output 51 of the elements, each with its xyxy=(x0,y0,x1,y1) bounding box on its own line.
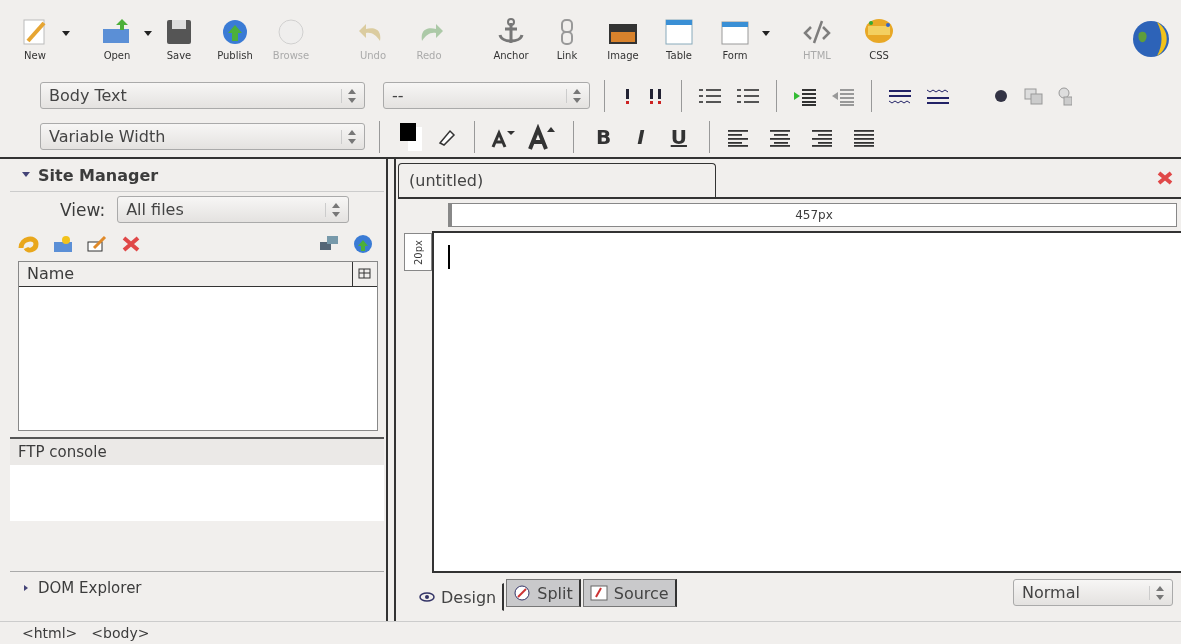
globe-icon[interactable] xyxy=(1131,18,1171,59)
toolbar-button[interactable]: Save xyxy=(158,16,200,61)
document-tab[interactable]: (untitled) xyxy=(398,163,716,197)
breadcrumb-tag[interactable]: <body> xyxy=(91,625,150,641)
split-icon xyxy=(513,585,532,601)
edit-icon[interactable] xyxy=(86,234,108,254)
toolbar-button[interactable]: New xyxy=(14,16,56,61)
panel-title: FTP console xyxy=(18,443,107,461)
class-select[interactable]: -- xyxy=(383,82,590,109)
dropdown-arrow-icon[interactable] xyxy=(62,30,70,36)
panel-header[interactable]: DOM Explorer xyxy=(10,571,384,604)
collapsed-arrow-icon[interactable] xyxy=(22,584,30,592)
height-ruler: 20px xyxy=(404,233,432,271)
spin-arrows-icon xyxy=(341,129,356,144)
toolbar-button[interactable]: Publish xyxy=(214,16,256,61)
spin-arrows-icon xyxy=(1149,585,1164,600)
font-select[interactable]: Variable Width xyxy=(40,123,365,150)
width-ruler: 457px xyxy=(448,203,1177,227)
dropdown-arrow-icon[interactable] xyxy=(762,30,770,36)
spin-arrows-icon xyxy=(341,88,356,103)
spin-arrows-icon xyxy=(325,202,341,217)
spin-arrows-icon xyxy=(566,88,581,103)
delete-icon[interactable] xyxy=(120,234,142,254)
panel-header[interactable]: Site Manager xyxy=(10,159,384,192)
toolbar-icon xyxy=(662,16,696,47)
expanded-arrow-icon[interactable] xyxy=(22,172,30,178)
dropdown-arrow-icon[interactable] xyxy=(144,30,152,36)
view-tab[interactable]: Split xyxy=(506,579,581,607)
view-tab[interactable]: Source xyxy=(582,579,677,607)
bold-button[interactable]: B xyxy=(588,124,620,149)
toolbar-button[interactable]: Table xyxy=(658,16,700,61)
toolbar-button[interactable]: Link xyxy=(546,16,588,61)
view-label: View: xyxy=(60,199,106,220)
text-caret xyxy=(448,245,450,269)
toolbar-button[interactable]: Anchor xyxy=(490,16,532,61)
mode-select[interactable]: Normal xyxy=(1013,579,1173,606)
pane-splitter[interactable] xyxy=(386,159,396,621)
globe-icon[interactable] xyxy=(352,234,374,254)
toolbar-button[interactable]: Form xyxy=(714,16,756,61)
folder-icon[interactable] xyxy=(52,234,74,254)
paragraph-format-select[interactable]: Body Text xyxy=(40,82,365,109)
underline-button[interactable]: U xyxy=(662,124,695,149)
view-select[interactable]: All files xyxy=(117,196,350,223)
toolbar-button[interactable]: CSS xyxy=(858,16,900,61)
close-icon[interactable] xyxy=(1155,170,1175,186)
breadcrumb-tag[interactable]: <html> xyxy=(22,625,78,641)
toolbar-button[interactable]: Image xyxy=(602,16,644,61)
eye-icon xyxy=(419,592,435,602)
code-icon xyxy=(589,585,608,601)
italic-button[interactable]: I xyxy=(629,124,653,149)
toolbar-button[interactable]: Open xyxy=(96,16,138,61)
